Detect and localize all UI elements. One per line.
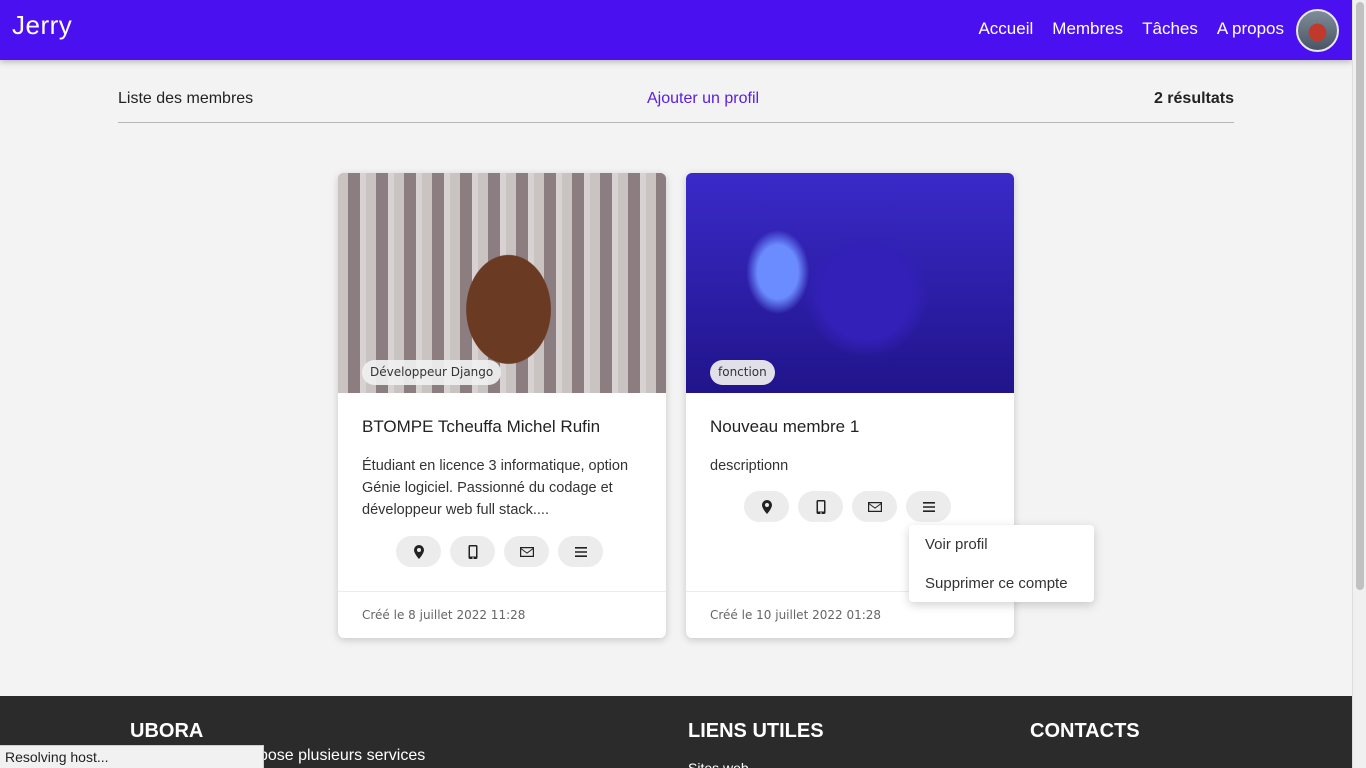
mobile-phone-icon (468, 544, 477, 559)
location-pin-icon (413, 544, 424, 559)
member-name: BTOMPE Tcheuffa Michel Rufin (362, 417, 601, 436)
email-button[interactable] (852, 491, 897, 522)
status-text: Resolving host... (5, 749, 109, 765)
menu-button[interactable] (906, 491, 951, 522)
member-name: Nouveau membre 1 (710, 417, 860, 436)
member-description: descriptionn (710, 458, 789, 474)
brand-logo[interactable]: Jerry (12, 10, 72, 41)
email-button[interactable] (504, 536, 549, 567)
page-title: Liste des membres (118, 90, 254, 107)
member-description: Étudiant en licence 3 informatique, opti… (362, 458, 629, 518)
top-navbar: Jerry Accueil Membres Tâches A propos (0, 0, 1352, 60)
menu-button[interactable] (558, 536, 603, 567)
view-profile-item[interactable]: Voir profil (925, 536, 988, 553)
nav-links: Accueil Membres Tâches A propos (978, 19, 1284, 39)
member-options-menu: Voir profil Supprimer ce compte (909, 525, 1094, 602)
footer-title-links: LIENS UTILES (688, 720, 824, 742)
location-button[interactable] (396, 536, 441, 567)
card-footer: Créé le 8 juillet 2022 11:28 (338, 591, 666, 638)
phone-button[interactable] (798, 491, 843, 522)
page-scrollbar[interactable] (1352, 0, 1366, 768)
member-actions (744, 491, 951, 522)
footer-link[interactable]: Sites web (688, 760, 749, 768)
result-count: 2 résultats (1153, 90, 1234, 107)
phone-button[interactable] (450, 536, 495, 567)
created-date: Créé le 8 juillet 2022 11:28 (362, 608, 526, 622)
member-card: Développeur Django BTOMPE Tcheuffa Miche… (338, 173, 666, 638)
scrollbar-thumb[interactable] (1356, 2, 1364, 590)
envelope-icon (519, 546, 534, 557)
footer-title-ubora: UBORA (130, 720, 204, 742)
browser-status-bar: Resolving host... (0, 745, 264, 768)
nav-link-accueil[interactable]: Accueil (978, 19, 1033, 39)
nav-link-a-propos[interactable]: A propos (1217, 19, 1284, 39)
nav-link-membres[interactable]: Membres (1052, 19, 1123, 39)
location-button[interactable] (744, 491, 789, 522)
member-actions (396, 536, 603, 567)
members-toolbar: Liste des membres Ajouter un profil 2 ré… (118, 86, 1234, 123)
role-badge: fonction (710, 360, 775, 385)
menu-icon (574, 546, 587, 557)
delete-account-item[interactable]: Supprimer ce compte (925, 575, 1068, 592)
menu-icon (922, 501, 935, 512)
envelope-icon (867, 501, 882, 512)
add-profile-link[interactable]: Ajouter un profil (647, 90, 759, 108)
role-badge: Développeur Django (362, 360, 502, 385)
footer-title-contacts: CONTACTS (1030, 720, 1140, 742)
mobile-phone-icon (816, 499, 825, 514)
created-date: Créé le 10 juillet 2022 01:28 (710, 608, 882, 622)
location-pin-icon (761, 499, 772, 514)
user-avatar[interactable] (1296, 9, 1339, 52)
nav-link-taches[interactable]: Tâches (1142, 19, 1198, 39)
